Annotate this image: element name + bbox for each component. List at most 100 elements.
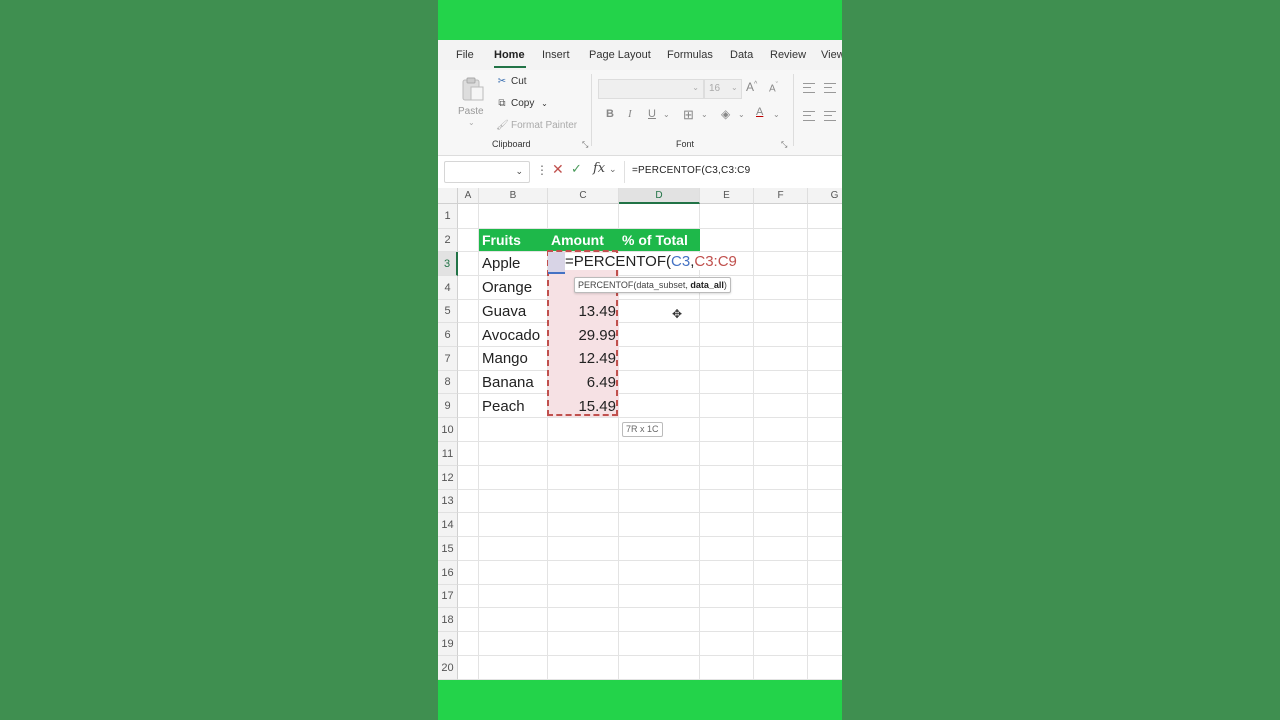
chevron-down-icon[interactable]: ⌄ (515, 166, 523, 177)
column-gridline (753, 204, 754, 680)
name-box[interactable]: ⌄ (444, 161, 530, 183)
paste-icon[interactable] (460, 76, 486, 102)
bold-button[interactable]: B (606, 108, 614, 120)
cut-button[interactable]: ✂ Cut (496, 76, 527, 87)
row-header[interactable]: 12 (438, 466, 458, 490)
chevron-down-icon[interactable]: ⌄ (468, 118, 475, 127)
row-header[interactable]: 2 (438, 229, 458, 252)
column-header-f[interactable]: F (754, 188, 808, 204)
tab-view[interactable]: View (821, 49, 842, 61)
row-header[interactable]: 7 (438, 347, 458, 371)
column-header-c[interactable]: C (548, 188, 619, 204)
row-header[interactable]: 10 (438, 418, 458, 442)
fill-color-icon[interactable]: ◈ (721, 107, 730, 121)
copy-button[interactable]: ⧉ Copy ⌄ (496, 98, 548, 109)
column-header-e[interactable]: E (700, 188, 754, 204)
align-top-icon[interactable] (803, 83, 815, 93)
insert-function-icon[interactable]: fx (593, 161, 605, 176)
tab-page-layout[interactable]: Page Layout (589, 49, 651, 61)
row-header[interactable]: 8 (438, 371, 458, 394)
formula-input[interactable]: =PERCENTOF(C3,C3:C9 (632, 165, 750, 176)
row-header[interactable]: 18 (438, 608, 458, 632)
formula-ref-c3: C3 (671, 253, 691, 270)
column-header-a[interactable]: A (458, 188, 479, 204)
formula-bar-divider (624, 161, 625, 183)
fruit-cell[interactable]: Apple (482, 255, 520, 272)
row-gridline (458, 322, 842, 323)
tooltip-close: ) (723, 280, 727, 290)
chevron-down-icon[interactable]: ⌄ (738, 110, 745, 119)
row-header[interactable]: 3 (438, 252, 458, 276)
borders-icon[interactable]: ⊞ (683, 107, 694, 123)
cell-edit-formula[interactable]: =PERCENTOF(C3,C3:C9 (565, 253, 741, 270)
chevron-down-icon[interactable]: ⌄ (663, 110, 670, 119)
dialog-launcher-icon[interactable]: ⤡ (582, 140, 588, 150)
column-header-d[interactable]: D (619, 188, 700, 204)
row-header[interactable]: 19 (438, 632, 458, 656)
fruit-cell[interactable]: Guava (482, 303, 526, 320)
header-percent-of-total[interactable]: % of Total (622, 232, 688, 248)
column-header-g[interactable]: G (808, 188, 842, 204)
align-center-icon[interactable] (824, 111, 836, 121)
fruit-cell[interactable]: Peach (482, 398, 525, 415)
tab-formulas[interactable]: Formulas (667, 49, 713, 61)
align-middle-icon[interactable] (824, 83, 836, 93)
fruit-cell[interactable]: Avocado (482, 327, 540, 344)
row-header[interactable]: 20 (438, 656, 458, 680)
row-header[interactable]: 14 (438, 513, 458, 537)
column-header-b[interactable]: B (479, 188, 548, 204)
chevron-down-icon[interactable]: ⌄ (773, 110, 780, 119)
fruit-cell[interactable]: Mango (482, 350, 528, 367)
row-header[interactable]: 5 (438, 300, 458, 323)
row-header[interactable]: 11 (438, 442, 458, 466)
increase-font-icon[interactable]: A^ (746, 80, 757, 94)
ribbon-tabs: File Home Insert Page Layout Formulas Da… (438, 40, 842, 70)
tooltip-signature: PERCENTOF(data_subset, (578, 280, 691, 290)
chevron-down-icon[interactable]: ⌄ (701, 110, 708, 119)
paste-label[interactable]: Paste (458, 106, 484, 117)
row-header[interactable]: 1 (438, 204, 458, 229)
decrease-font-icon[interactable]: Aˇ (769, 82, 778, 94)
fruit-cell[interactable]: Orange (482, 279, 532, 296)
dialog-launcher-icon[interactable]: ⤡ (781, 140, 787, 150)
tab-home[interactable]: Home (494, 49, 525, 61)
row-header[interactable]: 15 (438, 537, 458, 561)
row-header[interactable]: 16 (438, 561, 458, 585)
underline-button[interactable]: U (648, 108, 656, 120)
worksheet-grid: A B C D E F G 1 2 3 4 5 6 7 8 9 10 11 12 13 14 15 16 17 1… (438, 188, 842, 680)
function-tooltip[interactable]: PERCENTOF(data_subset, data_all) (574, 277, 731, 293)
select-all-corner[interactable] (438, 188, 458, 204)
group-separator (793, 74, 794, 146)
font-color-icon[interactable]: A (756, 106, 763, 118)
row-gridline (458, 417, 842, 418)
range-marquee (547, 250, 618, 416)
format-painter-button[interactable]: 🖌 Format Painter (496, 120, 577, 131)
fruit-cell[interactable]: Banana (482, 374, 534, 391)
row-gridline (458, 512, 842, 513)
chevron-down-icon[interactable]: ⌄ (609, 164, 617, 175)
align-left-icon[interactable] (803, 111, 815, 121)
header-amount[interactable]: Amount (551, 232, 604, 248)
font-size-dropdown[interactable]: 16 ⌄ (704, 79, 742, 99)
row-gridline (458, 560, 842, 561)
row-header[interactable]: 13 (438, 490, 458, 513)
cancel-icon[interactable]: ✕ (552, 161, 564, 178)
formula-ref-range: C3:C9 (694, 253, 737, 270)
tab-file[interactable]: File (456, 49, 474, 61)
row-gridline (458, 441, 842, 442)
enter-icon[interactable]: ✓ (571, 161, 582, 177)
row-header[interactable]: 4 (438, 276, 458, 300)
italic-button[interactable]: I (628, 108, 632, 120)
header-fruits[interactable]: Fruits (482, 232, 521, 248)
more-options-icon[interactable]: ⋮ (536, 163, 548, 177)
font-name-dropdown[interactable]: ⌄ (598, 79, 704, 99)
ribbon-home: Paste ⌄ ✂ Cut ⧉ Copy ⌄ 🖌 Format Painter Cli… (438, 70, 842, 156)
chevron-down-icon[interactable]: ⌄ (541, 99, 548, 108)
tab-data[interactable]: Data (730, 49, 753, 61)
tab-insert[interactable]: Insert (542, 49, 570, 61)
row-header[interactable]: 9 (438, 394, 458, 418)
row-header[interactable]: 17 (438, 585, 458, 608)
row-header[interactable]: 6 (438, 323, 458, 347)
row-gridline (458, 607, 842, 608)
tab-review[interactable]: Review (770, 49, 806, 61)
